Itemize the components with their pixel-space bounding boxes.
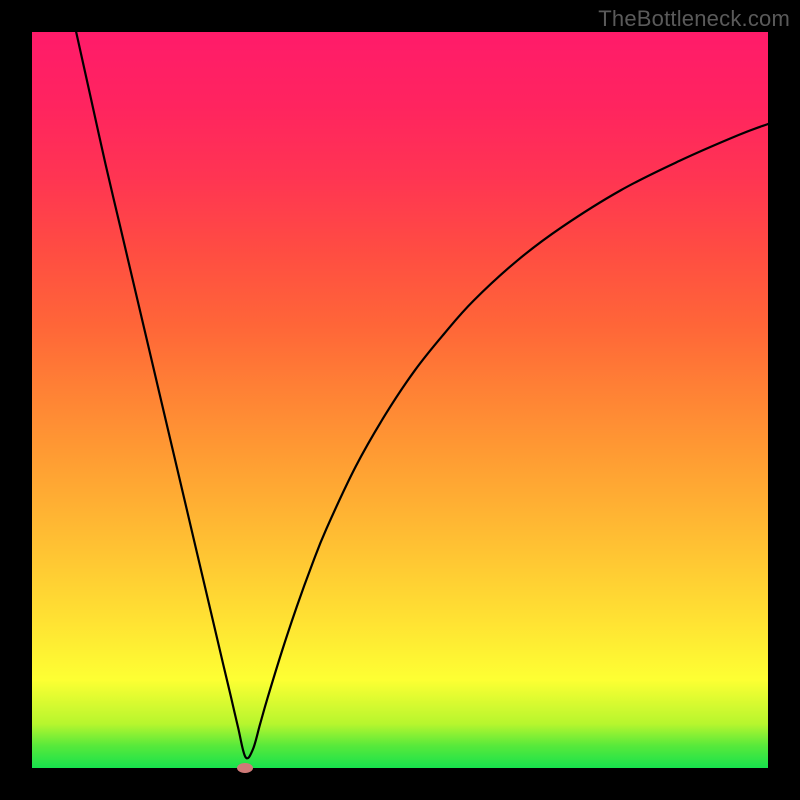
chart-frame: TheBottleneck.com bbox=[0, 0, 800, 800]
optimum-marker bbox=[237, 763, 253, 773]
watermark-text: TheBottleneck.com bbox=[598, 6, 790, 32]
bottleneck-curve bbox=[32, 32, 768, 768]
plot-area bbox=[32, 32, 768, 768]
